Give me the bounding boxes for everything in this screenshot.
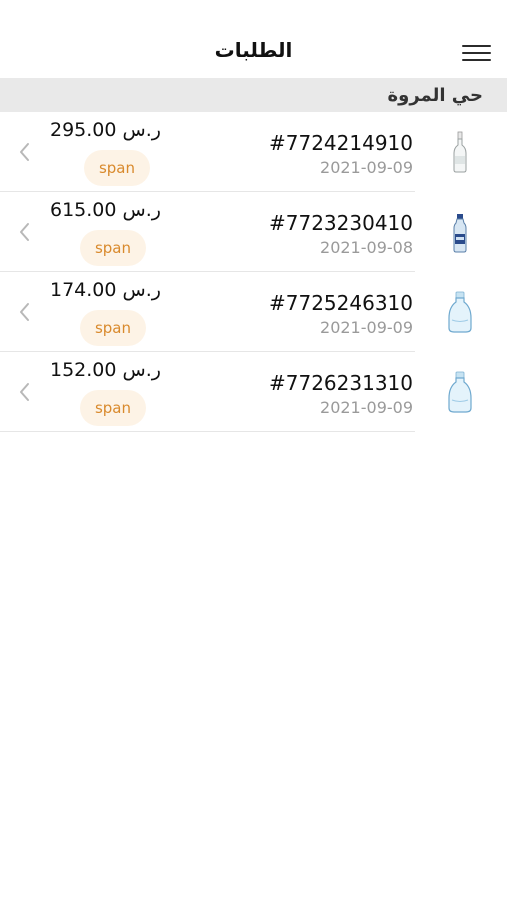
order-row[interactable]: ر.س 152.00 span #7726231310 2021-09-09 bbox=[0, 352, 507, 432]
currency-label: ر.س bbox=[122, 119, 161, 141]
menu-line bbox=[462, 45, 491, 47]
app-header: الطلبات bbox=[0, 0, 507, 78]
order-row[interactable]: ر.س 615.00 span #7723230410 2021-09-08 bbox=[0, 192, 507, 272]
price-value: 174.00 bbox=[50, 279, 117, 301]
price-value: 152.00 bbox=[50, 359, 117, 381]
price-value: 615.00 bbox=[50, 199, 117, 221]
order-row[interactable]: ر.س 174.00 span #7725246310 2021-09-09 bbox=[0, 272, 507, 352]
menu-line bbox=[462, 52, 491, 54]
menu-line bbox=[462, 59, 491, 61]
row-divider bbox=[0, 431, 415, 432]
order-row[interactable]: ر.س 295.00 span #7724214910 2021-09-09 bbox=[0, 112, 507, 192]
order-price: ر.س 615.00 bbox=[50, 199, 161, 221]
section-label: حي المروة bbox=[387, 85, 483, 106]
order-price: ر.س 174.00 bbox=[50, 279, 161, 301]
water-jug-icon bbox=[448, 291, 472, 333]
chevron-left-icon bbox=[20, 143, 29, 161]
chevron-left-icon bbox=[20, 383, 29, 401]
currency-label: ر.س bbox=[122, 279, 161, 301]
status-badge: span bbox=[80, 310, 146, 346]
glass-bottle-icon bbox=[453, 131, 467, 173]
order-date: 2021-09-08 bbox=[320, 238, 413, 257]
chevron-left-icon bbox=[20, 303, 29, 321]
order-price: ر.س 152.00 bbox=[50, 359, 161, 381]
water-jug-icon bbox=[448, 371, 472, 413]
order-price: ر.س 295.00 bbox=[50, 119, 161, 141]
status-badge: span bbox=[80, 390, 146, 426]
status-badge: span bbox=[84, 150, 150, 186]
order-date: 2021-09-09 bbox=[320, 158, 413, 177]
order-date: 2021-09-09 bbox=[320, 398, 413, 417]
status-badge: span bbox=[80, 230, 146, 266]
order-date: 2021-09-09 bbox=[320, 318, 413, 337]
page-title: الطلبات bbox=[214, 38, 293, 62]
section-header: حي المروة bbox=[0, 78, 507, 112]
currency-label: ر.س bbox=[122, 359, 161, 381]
price-value: 295.00 bbox=[50, 119, 117, 141]
order-number: #7723230410 bbox=[268, 211, 413, 235]
order-number: #7725246310 bbox=[268, 291, 413, 315]
order-number: #7724214910 bbox=[268, 131, 413, 155]
hamburger-menu-icon[interactable] bbox=[462, 44, 491, 62]
order-number: #7726231310 bbox=[268, 371, 413, 395]
water-bottle-icon bbox=[453, 214, 467, 253]
chevron-left-icon bbox=[20, 223, 29, 241]
currency-label: ر.س bbox=[122, 199, 161, 221]
